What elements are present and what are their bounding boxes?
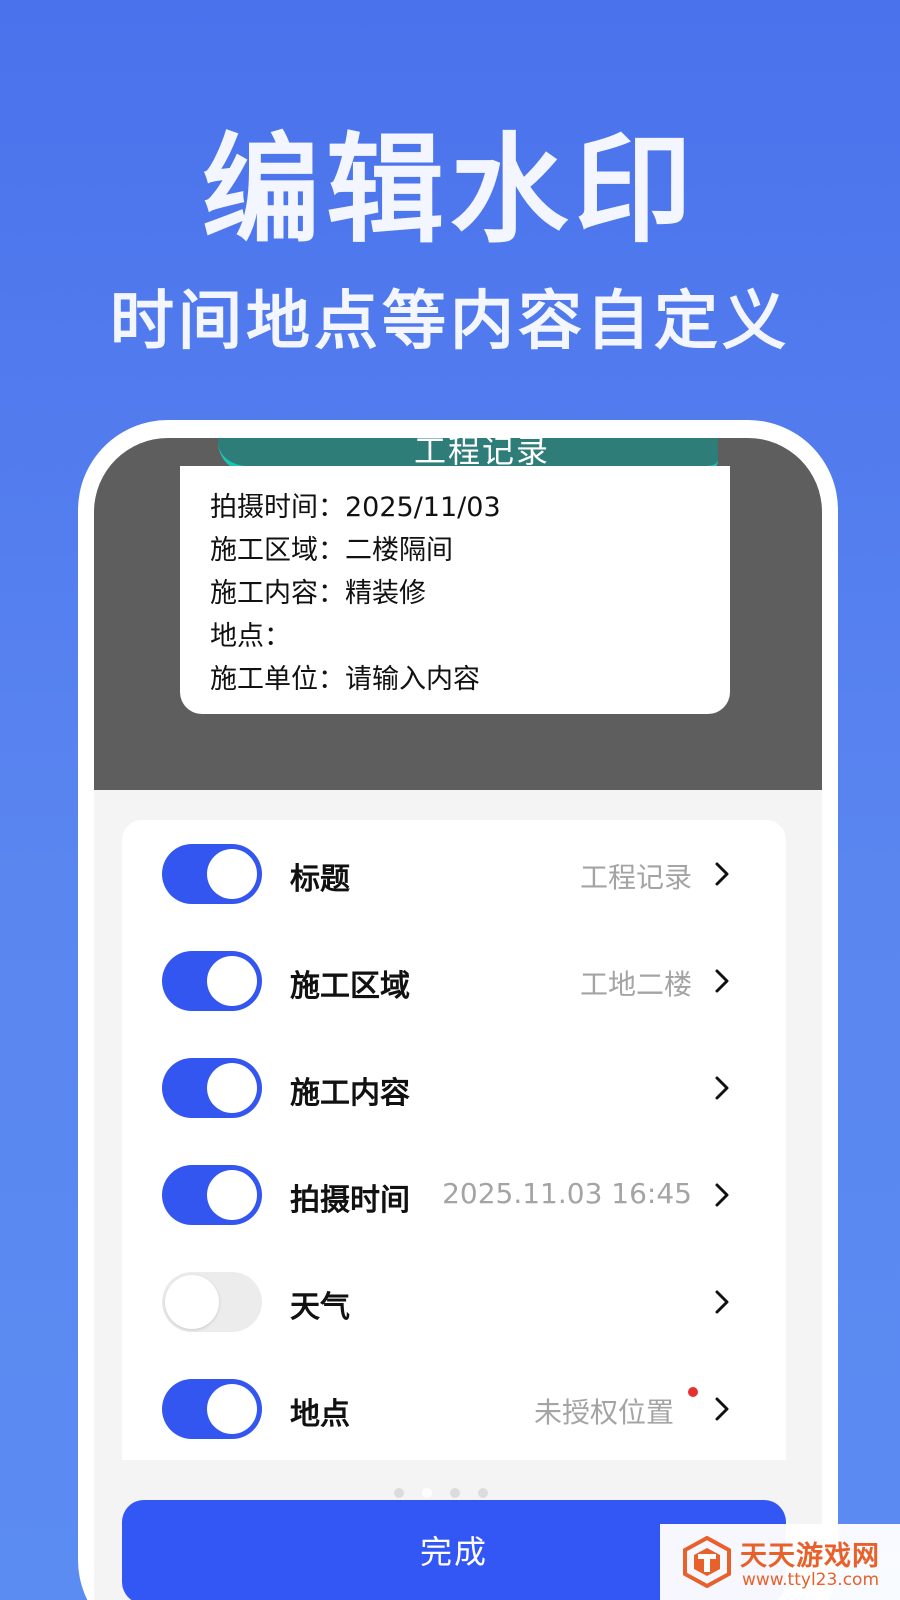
toggle-knob [207,1384,257,1434]
brand-watermark: 天天游戏网 www.ttyl23.com [660,1524,900,1600]
watermark-line-content: 施工内容：精装修 [210,578,426,609]
page-indicator [394,1488,524,1500]
toggle-knob [207,1063,257,1113]
title-toggle[interactable] [162,844,262,904]
watermark-preview: 工程记录 拍摄时间：2025/11/03 施工区域：二楼隔间 施工内容：精装修 … [94,438,822,790]
row-label: 标题 [290,862,350,897]
chevron-right-icon[interactable] [708,1179,736,1211]
page-dot [478,1488,488,1498]
settings-row-location[interactable]: 地点 未授权位置 [122,1355,786,1460]
promo-subtitle: 时间地点等内容自定义 [110,285,790,359]
weather-toggle[interactable] [162,1272,262,1332]
toggle-knob [165,1275,219,1329]
chevron-right-icon[interactable] [708,858,736,890]
row-value: 工程记录 [579,861,692,894]
chevron-right-icon[interactable] [708,1393,736,1425]
watermark-line-time: 拍摄时间：2025/11/03 [210,492,501,523]
row-value: 未授权位置 [533,1396,674,1429]
alert-dot [688,1387,698,1397]
promo-title: 编辑水印 [201,121,698,259]
brand-logo-icon [683,1536,731,1588]
time-toggle[interactable] [162,1165,262,1225]
toggle-knob [207,849,257,899]
chevron-right-icon[interactable] [708,1286,736,1318]
toggle-knob [207,1170,257,1220]
toggle-knob [207,956,257,1006]
settings-row-area[interactable]: 施工区域 工地二楼 [122,927,786,1035]
chevron-right-icon[interactable] [708,965,736,997]
settings-row-time[interactable]: 拍摄时间 2025.11.03 16:45 [122,1141,786,1249]
page-dot-active [422,1488,432,1498]
watermark-card: 拍摄时间：2025/11/03 施工区域：二楼隔间 施工内容：精装修 地点： 施… [180,466,730,714]
phone-frame: 工程记录 拍摄时间：2025/11/03 施工区域：二楼隔间 施工内容：精装修 … [78,420,838,1600]
row-label: 拍摄时间 [290,1183,410,1218]
settings-row-title[interactable]: 标题 工程记录 [122,820,786,928]
phone-screen: 工程记录 拍摄时间：2025/11/03 施工区域：二楼隔间 施工内容：精装修 … [94,438,822,1600]
row-label: 施工内容 [290,1076,410,1111]
location-toggle[interactable] [162,1379,262,1439]
watermark-line-location: 地点： [210,621,291,652]
watermark-settings-list: 标题 工程记录 施工区域 工地二楼 施工内容 拍摄时间 2025.11.03 1… [122,820,786,1460]
watermark-line-area: 施工区域：二楼隔间 [210,535,453,566]
page-dot [450,1488,460,1498]
row-value: 工地二楼 [579,968,692,1001]
settings-row-weather[interactable]: 天气 [122,1248,786,1356]
settings-row-content[interactable]: 施工内容 [122,1034,786,1142]
row-label: 施工区域 [290,969,410,1004]
row-label: 天气 [290,1290,350,1325]
brand-name: 天天游戏网 [740,1541,880,1572]
page-dot [394,1488,404,1498]
watermark-line-company: 施工单位：请输入内容 [210,664,480,695]
brand-url: www.ttyl23.com [742,1570,880,1590]
row-label: 地点 [290,1397,350,1432]
content-toggle[interactable] [162,1058,262,1118]
area-toggle[interactable] [162,951,262,1011]
chevron-right-icon[interactable] [708,1072,736,1104]
row-value: 2025.11.03 16:45 [442,1177,692,1210]
